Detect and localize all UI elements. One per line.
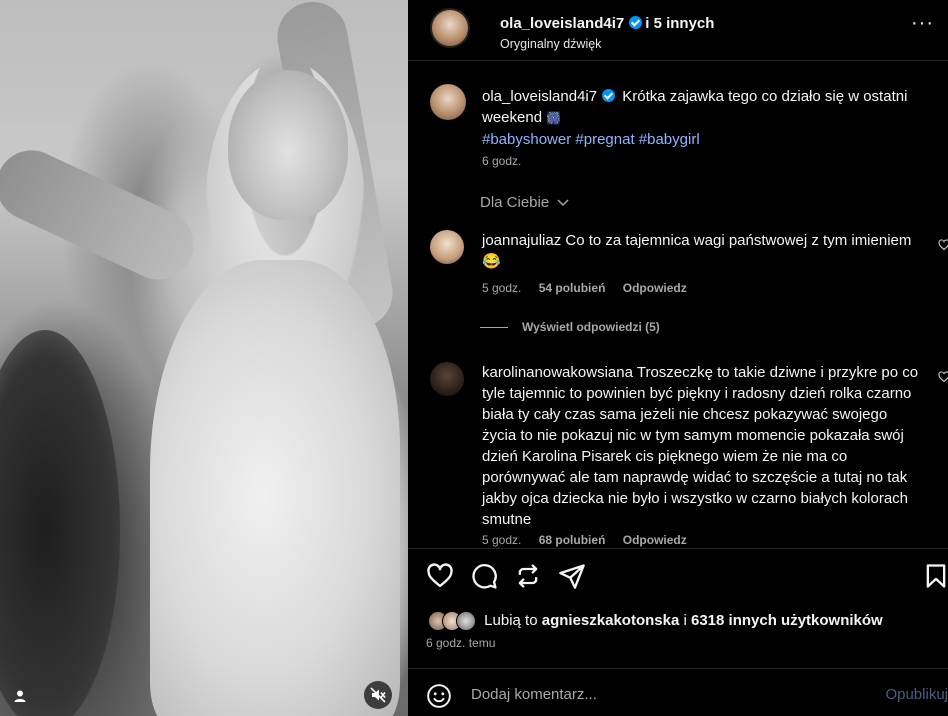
muted-audio-icon[interactable]: [364, 681, 392, 709]
comment-divider: [408, 668, 948, 669]
header-divider: [408, 60, 948, 61]
comment-meta: 5 godz. 54 polubień Odpowiedz: [482, 281, 687, 295]
comment-text-block: joannajuliaz Co to za tajemnica wagi pań…: [482, 230, 922, 272]
comment-like-heart-icon[interactable]: [938, 239, 948, 251]
actions-divider: [408, 548, 948, 549]
caption-timestamp: 6 godz.: [482, 154, 522, 168]
view-replies-label: Wyświetl odpowiedzi (5): [522, 320, 660, 334]
post-video[interactable]: [0, 0, 408, 716]
comment-text-block: karolinanowakowsiana Troszeczkę to takie…: [482, 362, 922, 530]
comment-username[interactable]: karolinanowakowsiana: [482, 364, 633, 381]
comments-sort-dropdown[interactable]: Dla Ciebie: [480, 194, 569, 211]
comment-like-heart-icon[interactable]: [938, 371, 948, 383]
comment-username[interactable]: joannajuliaz: [482, 232, 561, 249]
likes-prefix: Lubią to: [484, 612, 538, 629]
comment-icon[interactable]: [470, 562, 498, 590]
verified-icon: [602, 89, 616, 102]
more-options-icon[interactable]: ···: [911, 12, 934, 35]
caption-hashtags[interactable]: #babyshower #pregnat #babygirl: [482, 131, 700, 148]
comment-time: 5 godz.: [482, 533, 522, 547]
user-tag-icon[interactable]: [6, 682, 34, 710]
commenter-avatar[interactable]: [430, 230, 464, 264]
comment-likes[interactable]: 54 polubień: [539, 281, 606, 295]
replies-line: [480, 327, 508, 329]
view-replies-button[interactable]: Wyświetl odpowiedzi (5): [480, 320, 660, 334]
comment-time: 5 godz.: [482, 281, 522, 295]
verified-icon: [629, 16, 643, 29]
likes-others[interactable]: 6318 innych użytkowników: [691, 612, 883, 629]
post-timestamp[interactable]: 6 godz. temu: [426, 636, 495, 650]
likers-avatars: [428, 611, 476, 631]
author-avatar[interactable]: [430, 8, 470, 48]
publish-button[interactable]: Opublikuj: [885, 686, 948, 703]
share-icon[interactable]: [514, 562, 542, 590]
coauthors-link[interactable]: i 5 innych: [645, 15, 714, 32]
caption-author-avatar[interactable]: [430, 84, 466, 120]
send-icon[interactable]: [558, 562, 586, 590]
add-comment-bar: Dodaj komentarz... Opublikuj: [426, 683, 948, 709]
comment-reply-button[interactable]: Odpowiedz: [623, 281, 687, 295]
audio-label[interactable]: Oryginalny dźwięk: [500, 37, 601, 51]
post-action-bar: [426, 562, 946, 594]
caption-username[interactable]: ola_loveisland4i7: [482, 88, 597, 105]
comment-input[interactable]: Dodaj komentarz...: [471, 686, 597, 703]
commenter-avatar[interactable]: [430, 362, 464, 396]
save-icon[interactable]: [922, 562, 948, 590]
likes-middle: i: [683, 612, 687, 629]
author-username[interactable]: ola_loveisland4i7: [500, 15, 624, 32]
comment-text: Troszeczkę to takie dziwne i przykre po …: [482, 364, 919, 528]
chevron-down-icon: [557, 199, 569, 207]
caption-text-block: ola_loveisland4i7 Krótka zajawka tego co…: [482, 86, 932, 172]
video-background-person: [0, 330, 120, 716]
comments-sort-label: Dla Ciebie: [480, 194, 550, 211]
heart-icon[interactable]: [426, 562, 454, 590]
post-details-panel: ola_loveisland4i7 i 5 innych Oryginalny d…: [408, 0, 948, 716]
likes-user[interactable]: agnieszkakotonska: [542, 612, 680, 629]
likes-summary: Lubią to agnieszkakotonska i 6318 innych…: [428, 611, 883, 631]
video-arm-left: [0, 138, 205, 292]
emoji-icon[interactable]: [426, 683, 452, 709]
comment-reply-button[interactable]: Odpowiedz: [623, 533, 687, 547]
author-name-line: ola_loveisland4i7 i 5 innych: [500, 15, 714, 32]
video-dress: [150, 260, 400, 716]
liker-avatar: [456, 611, 476, 631]
caption-emoji: 🎆: [546, 111, 562, 125]
comment-likes[interactable]: 68 polubień: [539, 533, 606, 547]
comment-meta: 5 godz. 68 polubień Odpowiedz: [482, 533, 687, 547]
video-face: [228, 70, 348, 220]
post-header: ola_loveisland4i7 i 5 innych Oryginalny d…: [428, 6, 948, 52]
